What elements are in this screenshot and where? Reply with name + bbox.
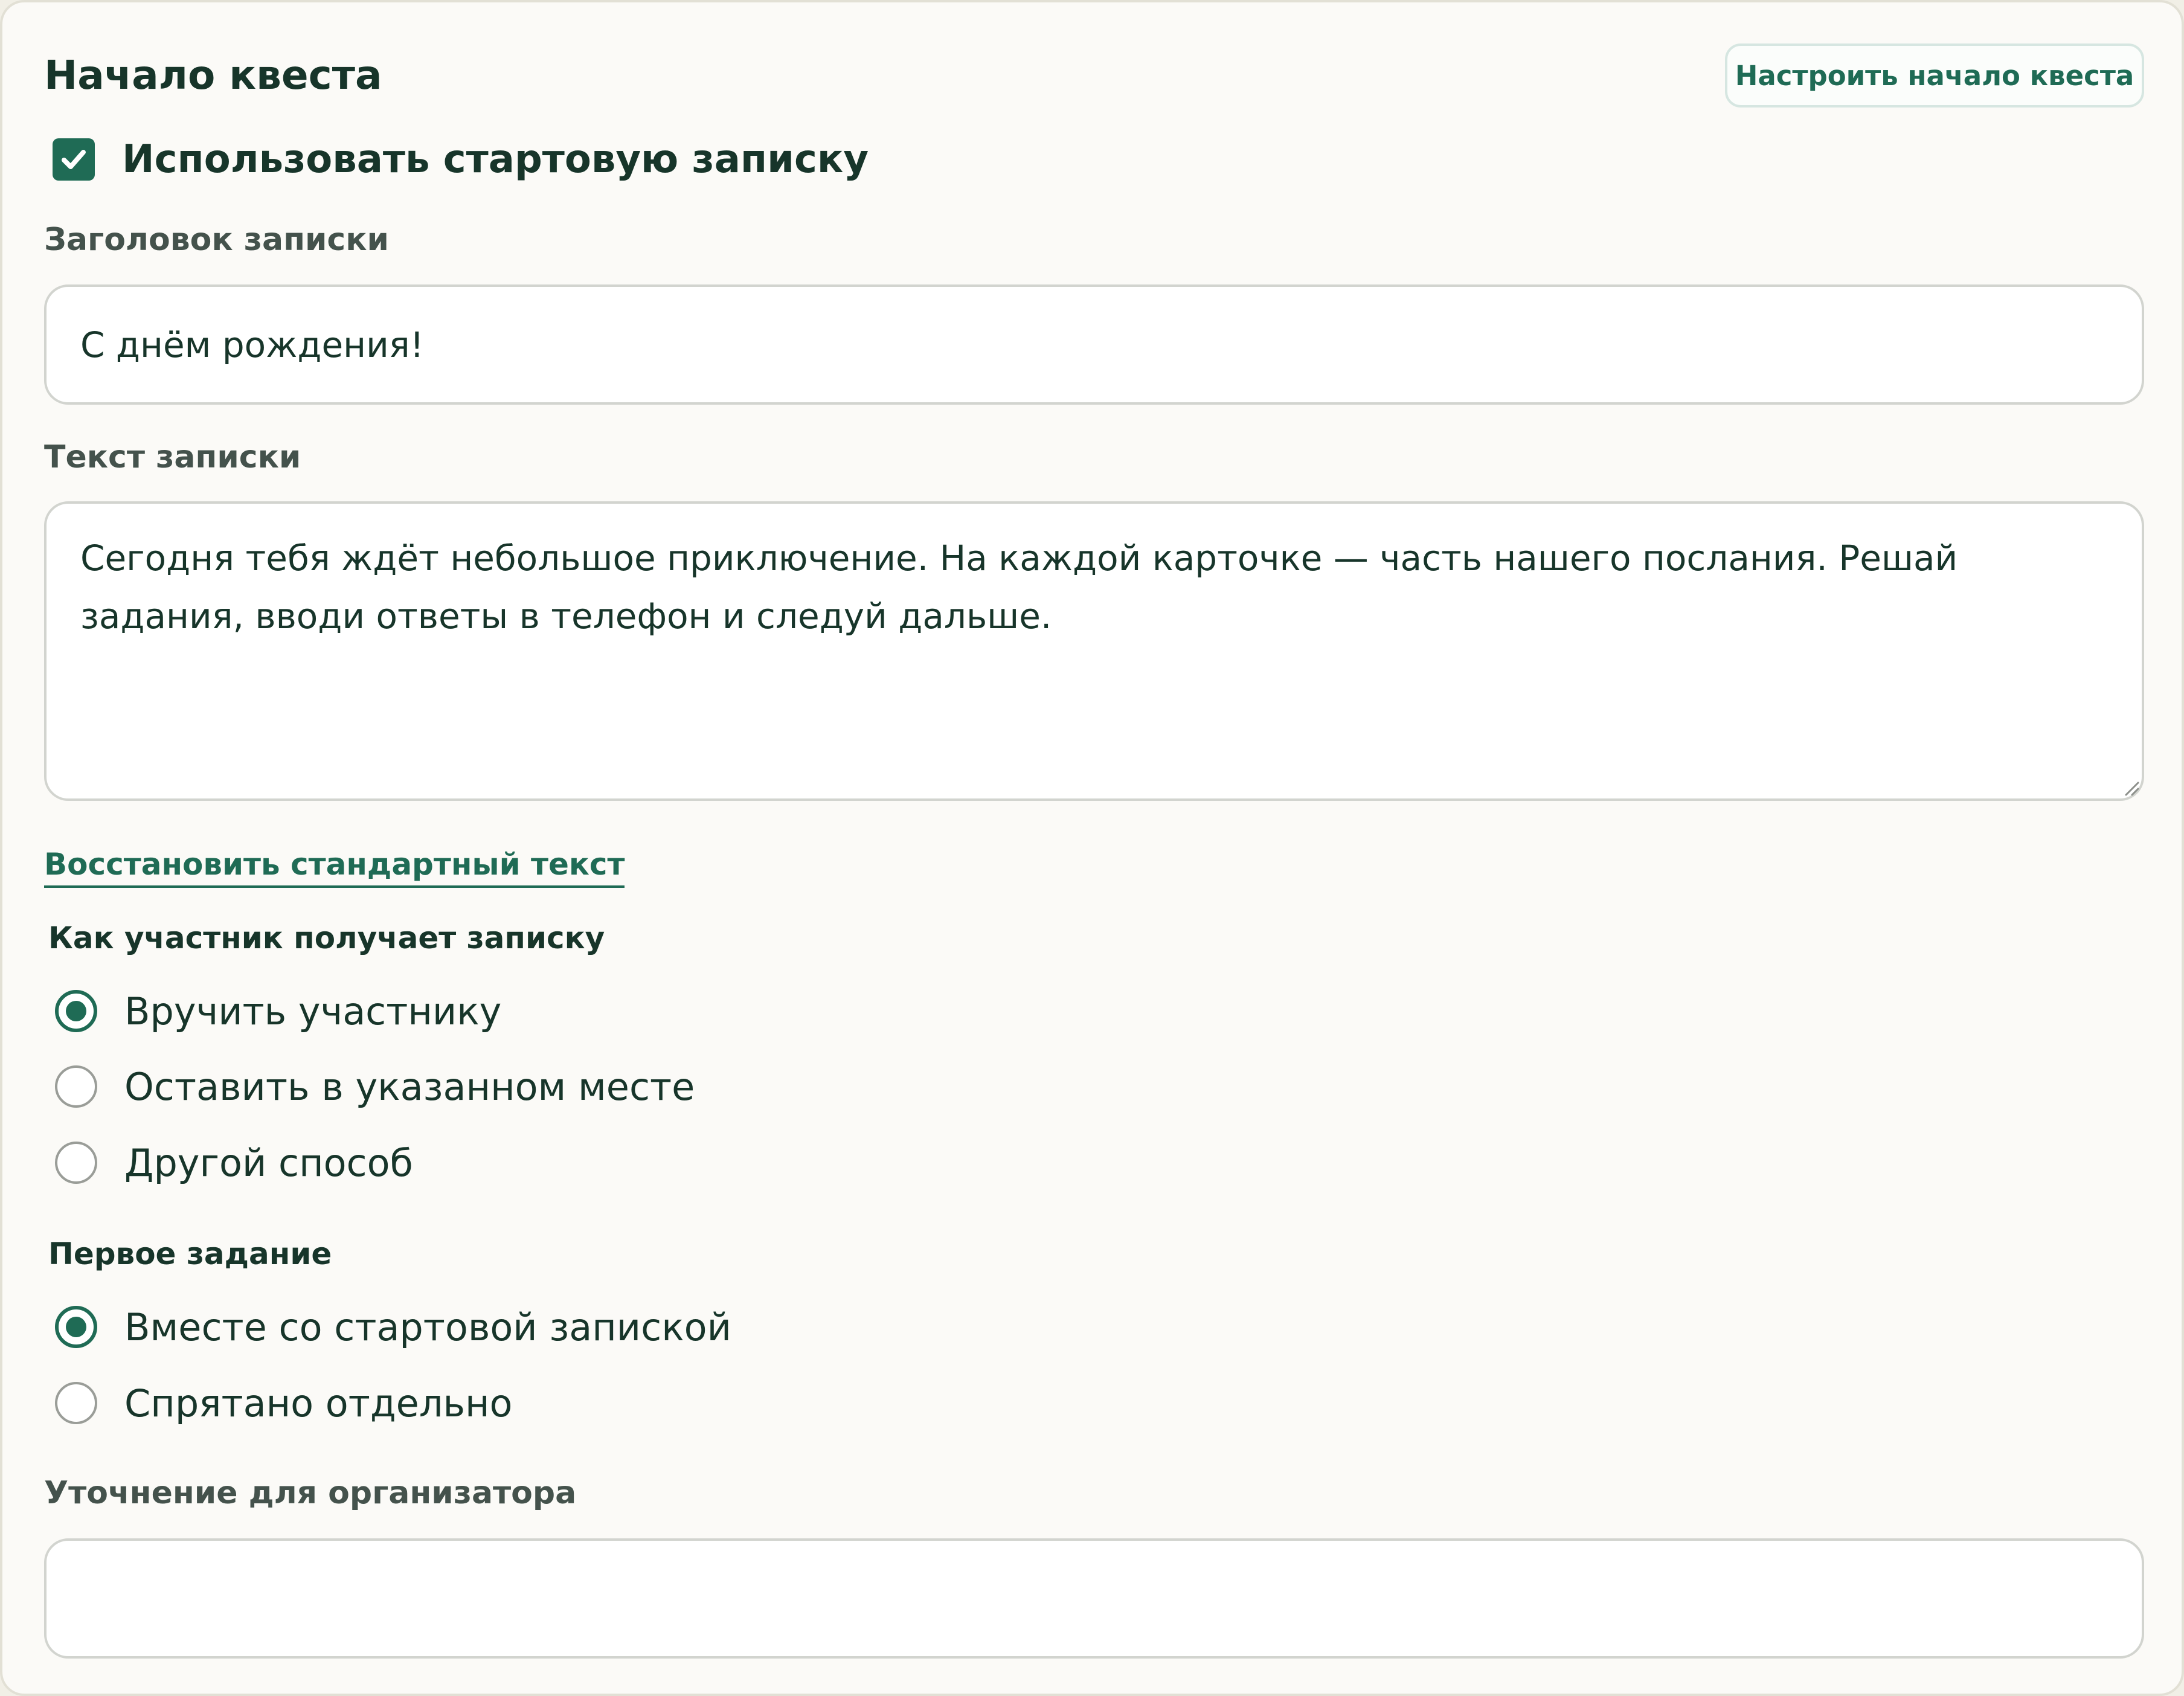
note-text-textarea[interactable]: Сегодня тебя ждёт небольшое приключение.…	[44, 501, 2144, 801]
delivery-option-hand-label[interactable]: Вручить участнику	[124, 986, 501, 1037]
checkmark-icon	[62, 150, 86, 169]
note-title-label: Заголовок записки	[44, 222, 389, 258]
organizer-note-input[interactable]	[44, 1538, 2144, 1659]
delivery-option-place-radio[interactable]	[55, 1065, 97, 1108]
note-title-input[interactable]	[44, 284, 2144, 405]
configure-quest-start-button[interactable]: Настроить начало квеста	[1725, 43, 2144, 108]
delivery-option-other-label[interactable]: Другой способ	[124, 1138, 413, 1189]
first-task-option-hidden-label[interactable]: Спрятано отдельно	[124, 1378, 512, 1429]
use-start-note-label[interactable]: Использовать стартовую записку	[122, 134, 869, 185]
delivery-option-other-radio[interactable]	[55, 1142, 97, 1184]
restore-default-text-link[interactable]: Восстановить стандартный текст	[44, 843, 625, 888]
first-task-option-hidden-radio[interactable]	[55, 1382, 97, 1424]
section-title: Начало квеста	[44, 52, 382, 98]
first-task-option-together-label[interactable]: Вместе со стартовой запиской	[124, 1302, 731, 1353]
first-task-option-together-radio[interactable]	[55, 1306, 97, 1348]
note-text-label: Текст записки	[44, 439, 301, 475]
use-start-note-checkbox[interactable]	[53, 138, 95, 181]
organizer-note-label: Уточнение для организатора	[44, 1475, 577, 1511]
resize-handle-icon[interactable]	[2121, 778, 2139, 796]
delivery-option-place-label[interactable]: Оставить в указанном месте	[124, 1062, 695, 1113]
delivery-group-label: Как участник получает записку	[48, 920, 605, 956]
first-task-group-label: Первое задание	[48, 1236, 332, 1271]
quest-start-card: Начало квеста Настроить начало квеста Ис…	[0, 0, 2184, 1696]
delivery-option-hand-radio[interactable]	[55, 990, 97, 1032]
